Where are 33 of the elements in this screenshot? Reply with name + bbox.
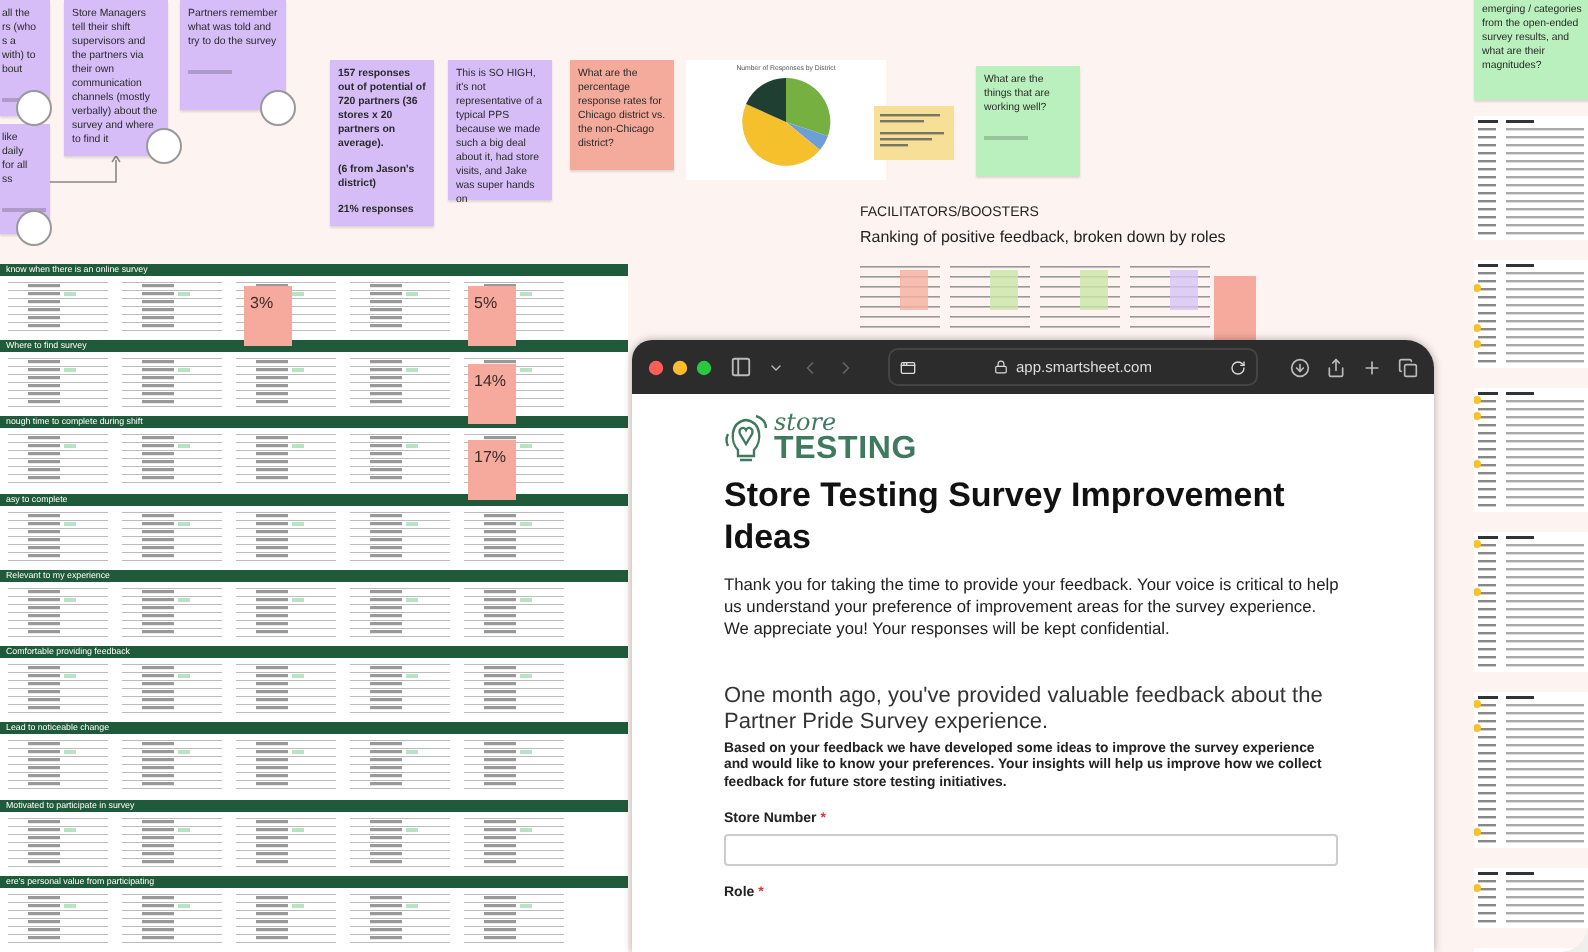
lightbulb-heart-icon <box>724 412 768 464</box>
logo-text: store <box>774 410 837 434</box>
percentage-note: 17% <box>468 440 516 500</box>
feedback-table-drawing <box>1474 116 1588 240</box>
note-drawing <box>874 106 954 160</box>
lock-icon <box>994 360 1009 374</box>
form-title: Store Testing Survey Improvement Ideas <box>724 474 1287 558</box>
percentage-note: 14% <box>468 364 516 424</box>
percentage-note: 3% <box>244 286 292 346</box>
percentage-note: 5% <box>468 286 516 346</box>
window-controls-icon[interactable] <box>648 359 714 375</box>
connector-arrow <box>50 156 122 186</box>
form-subheading: One month ago, you've provided valuable feedback about the Partner Pride Survey experience. <box>724 684 1325 736</box>
comment-bubble <box>16 210 52 246</box>
comment-bubble <box>260 90 296 126</box>
feedback-table-drawing <box>1474 532 1588 672</box>
input-field[interactable] <box>724 834 1338 867</box>
feedback-table-drawing <box>1474 260 1588 368</box>
small-note <box>1214 276 1256 344</box>
share-icon[interactable] <box>1326 357 1346 377</box>
feedback-table-drawing <box>1474 388 1588 512</box>
page-icon <box>900 359 916 375</box>
tabs-icon[interactable] <box>1398 357 1418 377</box>
download-icon[interactable] <box>1290 357 1310 377</box>
comment-bubble <box>146 128 182 164</box>
feedback-table-drawing <box>1474 868 1588 928</box>
pie-chart-drawing <box>736 72 836 172</box>
reload-icon[interactable] <box>1230 359 1246 375</box>
logo-text: TESTING <box>774 434 917 466</box>
plus-icon[interactable] <box>1362 357 1382 377</box>
sidebar-icon[interactable] <box>730 356 752 378</box>
section-subheading: Ranking of positive feedback, broken down by roles <box>860 228 1226 246</box>
intro-text: Thank you for taking the time to provide your feedback. Your voice is critical to help us understand your preference of improvement areas for the survey experience. We appreciate you! Your responses will be kept confidential. <box>724 574 1341 640</box>
